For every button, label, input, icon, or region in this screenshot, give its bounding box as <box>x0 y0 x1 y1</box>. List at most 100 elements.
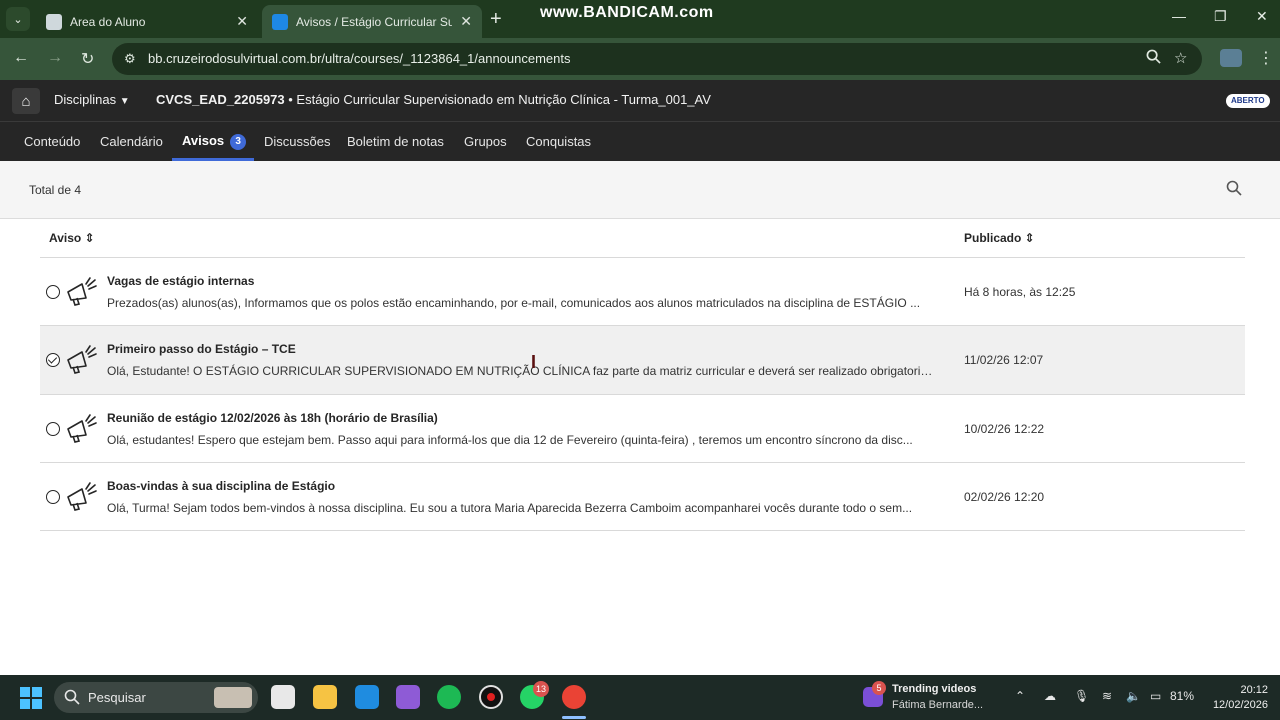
unread-radio[interactable] <box>46 422 60 436</box>
forward-arrow-icon[interactable]: → <box>47 49 63 67</box>
record-icon[interactable] <box>479 685 503 709</box>
text-cursor-icon: I <box>531 352 537 372</box>
restore-icon[interactable]: ❐ <box>1214 8 1227 25</box>
tab-discussoes[interactable]: Discussões <box>264 134 330 149</box>
search-icon <box>64 689 80 705</box>
megaphone-icon <box>67 277 97 306</box>
announcement-date: 02/02/26 12:20 <box>964 490 1045 504</box>
tab-avisos[interactable]: Avisos 3 <box>182 133 247 150</box>
divider <box>40 530 1245 531</box>
read-check-radio[interactable] <box>46 353 60 367</box>
announcement-title[interactable]: Vagas de estágio internas <box>107 274 254 288</box>
active-app-indicator <box>562 716 586 719</box>
extension-icon[interactable] <box>1220 49 1242 67</box>
disciplinas-dropdown[interactable]: Disciplinas ▼ <box>54 92 130 107</box>
clock-time: 20:12 <box>1240 684 1268 696</box>
close-window-icon[interactable]: ✕ <box>1256 8 1268 25</box>
column-header-aviso[interactable]: Aviso ⇕ <box>49 231 95 245</box>
announcement-preview: Olá, Estudante! O ESTÁGIO CURRICULAR SUP… <box>107 364 937 378</box>
megaphone-icon <box>67 414 97 443</box>
unread-radio[interactable] <box>46 490 60 504</box>
tab-conquistas[interactable]: Conquistas <box>526 134 591 149</box>
file-explorer-icon[interactable] <box>313 685 337 709</box>
home-icon[interactable]: ⌂ <box>12 88 40 114</box>
back-arrow-icon[interactable]: ← <box>13 49 29 67</box>
course-code: CVCS_EAD_2205973 <box>156 92 285 107</box>
site-settings-icon[interactable]: ⚙ <box>124 51 136 67</box>
announcement-row[interactable]: Reunião de estágio 12/02/2026 às 18h (ho… <box>40 395 1245 463</box>
widget-subtitle: Fátima Bernarde... <box>892 699 984 711</box>
announcement-preview: Prezados(as) alunos(as), Informamos que … <box>107 296 921 310</box>
address-bar[interactable]: ⚙ bb.cruzeirodosulvirtual.com.br/ultra/c… <box>112 43 1202 75</box>
chevron-up-icon[interactable]: ⌃ <box>1015 689 1025 703</box>
whatsapp-notification-badge: 13 <box>533 681 549 697</box>
browser-menu-icon[interactable]: ⋮ <box>1258 48 1274 68</box>
windows-taskbar: Pesquisar 13 5 Trending videos Fátima Be… <box>0 675 1280 720</box>
record-dot-icon <box>487 693 495 701</box>
course-title: CVCS_EAD_2205973 • Estágio Curricular Su… <box>156 92 711 107</box>
announcement-date: 10/02/26 12:22 <box>964 422 1045 436</box>
course-name: • Estágio Curricular Supervisionado em N… <box>284 92 711 107</box>
microsoft-store-icon[interactable] <box>355 685 379 709</box>
disciplinas-label: Disciplinas <box>54 92 117 107</box>
search-highlight-image <box>214 687 252 708</box>
close-tab-icon[interactable]: ✕ <box>460 13 472 30</box>
clock[interactable]: 20:12 12/02/2026 <box>1210 683 1268 713</box>
url-text[interactable]: bb.cruzeirodosulvirtual.com.br/ultra/cou… <box>148 51 571 66</box>
announcement-preview: Olá, Turma! Sejam todos bem-vindos à nos… <box>107 501 913 515</box>
announcement-row[interactable]: Primeiro passo do Estágio – TCE Olá, Est… <box>40 326 1245 394</box>
copilot-icon[interactable] <box>396 685 420 709</box>
tab-conteudo[interactable]: Conteúdo <box>24 134 80 149</box>
tab-avisos-label: Avisos <box>182 133 225 148</box>
column-header-publicado[interactable]: Publicado ⇕ <box>964 231 1035 245</box>
cloud-icon[interactable]: ☁ <box>1044 689 1056 703</box>
search-icon[interactable] <box>1226 180 1242 196</box>
wifi-icon[interactable]: ≋ <box>1102 689 1112 703</box>
blackboard-favicon-icon <box>272 13 288 30</box>
announcement-row[interactable]: Vagas de estágio internas Prezados(as) a… <box>40 258 1245 326</box>
announcements-summary-bar: Total de 4 <box>0 161 1280 219</box>
course-status-badge: ABERTO <box>1226 94 1270 108</box>
tab-search-chevron-icon[interactable]: ⌄ <box>6 7 30 31</box>
document-favicon-icon <box>46 13 62 30</box>
volume-icon[interactable]: 🔈 <box>1126 689 1141 703</box>
tab-calendario[interactable]: Calendário <box>100 134 163 149</box>
zoom-icon[interactable] <box>1146 49 1161 68</box>
battery-icon[interactable]: ▭ <box>1150 689 1161 703</box>
windows-start-icon[interactable] <box>20 687 42 709</box>
megaphone-icon <box>67 482 97 511</box>
browser-tab-area-do-aluno[interactable]: Area do Aluno ✕ <box>36 5 258 38</box>
announcement-title[interactable]: Boas-vindas à sua disciplina de Estágio <box>107 479 335 493</box>
search-placeholder: Pesquisar <box>88 690 146 705</box>
store-app-icon[interactable] <box>271 685 295 709</box>
announcement-preview: Olá, estudantes! Espero que estejam bem.… <box>107 433 913 447</box>
bandicam-watermark: www.BANDICAM.com <box>540 4 714 21</box>
unread-radio[interactable] <box>46 285 60 299</box>
taskbar-search-box[interactable]: Pesquisar <box>54 682 258 713</box>
clock-date: 12/02/2026 <box>1212 699 1268 711</box>
total-count: Total de 4 <box>29 183 82 197</box>
microphone-icon[interactable]: 🎙 <box>1074 689 1089 703</box>
announcement-title[interactable]: Primeiro passo do Estágio – TCE <box>107 342 296 356</box>
megaphone-icon <box>67 345 97 374</box>
course-header: ⌂ Disciplinas ▼ CVCS_EAD_2205973 • Estág… <box>0 80 1280 121</box>
spotify-icon[interactable] <box>437 685 461 709</box>
course-navigation: Conteúdo Calendário Avisos 3 Discussões B… <box>0 121 1280 161</box>
browser-tab-avisos[interactable]: Avisos / Estágio Curricular Supe ✕ <box>262 5 482 38</box>
tab-title: Avisos / Estágio Curricular Supe <box>296 14 453 29</box>
browser-toolbar: ← → ↻ ⚙ bb.cruzeirodosulvirtual.com.br/u… <box>0 38 1280 80</box>
tab-grupos[interactable]: Grupos <box>464 134 507 149</box>
announcement-title[interactable]: Reunião de estágio 12/02/2026 às 18h (ho… <box>107 411 438 425</box>
bookmark-star-icon[interactable]: ☆ <box>1174 49 1187 67</box>
avisos-count-badge: 3 <box>230 134 247 150</box>
tab-boletim-de-notas[interactable]: Boletim de notas <box>347 134 444 149</box>
chrome-icon[interactable] <box>562 685 586 709</box>
new-tab-plus-icon[interactable]: + <box>490 8 502 31</box>
announcement-row[interactable]: Boas-vindas à sua disciplina de Estágio … <box>40 463 1245 531</box>
browser-tab-strip: ⌄ Area do Aluno ✕ Avisos / Estágio Curri… <box>0 0 1280 38</box>
reload-icon[interactable]: ↻ <box>81 49 94 69</box>
close-tab-icon[interactable]: ✕ <box>236 13 248 30</box>
battery-percent: 81% <box>1170 689 1195 703</box>
widget-title[interactable]: Trending videos <box>892 683 976 695</box>
minimize-icon[interactable]: — <box>1172 8 1186 24</box>
